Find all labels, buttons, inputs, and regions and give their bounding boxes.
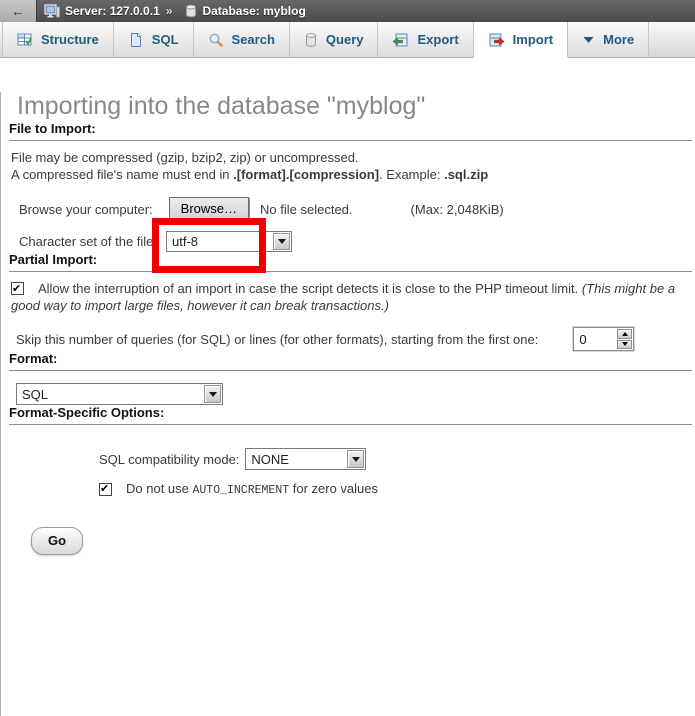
tab-label: More: [603, 32, 634, 47]
sql-compatibility-label: SQL compatibility mode:: [99, 452, 239, 467]
tab-import[interactable]: Import: [474, 22, 568, 58]
database-icon: [185, 4, 197, 18]
allow-interrupt-paragraph: Allow the interruption of an import in c…: [11, 280, 687, 314]
tab-label: Structure: [41, 32, 99, 47]
breadcrumb-server[interactable]: Server: 127.0.0.1: [65, 4, 160, 18]
charset-row: Character set of the file: utf-8: [1, 231, 695, 252]
tab-label: Search: [232, 32, 275, 47]
partial-import-heading: Partial Import:: [9, 252, 692, 272]
structure-icon: [17, 32, 33, 48]
tab-export[interactable]: Export: [378, 22, 473, 57]
auto-increment-pre: Do not use: [126, 481, 193, 496]
sql-icon: [128, 32, 144, 48]
back-arrow-icon: ←: [11, 3, 25, 19]
chevron-down-icon: [347, 450, 364, 468]
breadcrumb-database[interactable]: Database: myblog: [202, 4, 305, 18]
browse-row: Browse your computer: Browse… No file se…: [1, 196, 695, 222]
spinner: [616, 328, 633, 350]
export-icon: [392, 32, 409, 48]
format-heading: Format:: [9, 351, 692, 371]
auto-increment-checkbox[interactable]: [99, 483, 112, 496]
back-button[interactable]: ←: [0, 0, 37, 22]
browse-label: Browse your computer:: [19, 202, 153, 217]
tab-label: SQL: [152, 32, 179, 47]
charset-selected-value: utf-8: [172, 234, 198, 249]
skip-queries-row: Skip this number of queries (for SQL) or…: [1, 327, 695, 351]
tab-sql[interactable]: SQL: [114, 22, 194, 57]
auto-increment-code: AUTO_INCREMENT: [193, 484, 290, 497]
action-row: Go: [31, 527, 695, 555]
browse-button[interactable]: Browse…: [169, 197, 249, 221]
server-icon: [44, 4, 60, 19]
format-select[interactable]: SQL: [16, 383, 223, 405]
no-file-text: No file selected.: [260, 202, 353, 217]
spinner-down-icon[interactable]: [617, 340, 632, 350]
spinner-up-icon[interactable]: [617, 329, 632, 339]
allow-interrupt-checkbox[interactable]: [11, 282, 24, 295]
tab-query[interactable]: Query: [290, 22, 379, 57]
auto-increment-text: Do not use AUTO_INCREMENT for zero value…: [126, 481, 378, 497]
skip-queries-value: 0: [574, 332, 616, 347]
format-options-heading: Format-Specific Options:: [9, 405, 692, 425]
sql-compatibility-value: NONE: [251, 452, 289, 467]
allow-interrupt-text: Allow the interruption of an import in c…: [38, 281, 582, 296]
search-icon: [208, 32, 224, 48]
skip-queries-label: Skip this number of queries (for SQL) or…: [16, 332, 538, 347]
tab-label: Query: [326, 32, 364, 47]
tab-label: Import: [513, 32, 553, 47]
chevron-down-icon: [204, 385, 221, 403]
caret-down-icon: [582, 35, 595, 45]
example-token: .sql.zip: [444, 167, 488, 182]
auto-increment-row: Do not use AUTO_INCREMENT for zero value…: [1, 481, 695, 497]
go-button[interactable]: Go: [31, 527, 83, 555]
main-content: Importing into the database "myblog" Fil…: [0, 92, 695, 716]
page-title: Importing into the database "myblog": [17, 92, 695, 121]
tab-search[interactable]: Search: [194, 22, 290, 57]
format-compression-token: .[format].[compression]: [233, 167, 379, 182]
tab-structure[interactable]: Structure: [2, 22, 114, 57]
format-selected-value: SQL: [22, 387, 48, 402]
sql-compatibility-select[interactable]: NONE: [245, 448, 366, 470]
max-size-text: (Max: 2,048KiB): [411, 202, 504, 217]
compression-note: File may be compressed (gzip, bzip2, zip…: [11, 149, 687, 183]
chevron-down-icon: [273, 233, 290, 250]
skip-queries-input[interactable]: 0: [573, 327, 634, 351]
charset-select[interactable]: utf-8: [166, 231, 292, 252]
breadcrumb: ← Server: 127.0.0.1 » Database: myblog: [0, 0, 695, 22]
tab-more[interactable]: More: [568, 22, 649, 57]
compression-note-line2: A compressed file's name must end in: [11, 167, 233, 182]
import-icon: [488, 32, 505, 48]
tab-label: Export: [417, 32, 458, 47]
compression-note-line1: File may be compressed (gzip, bzip2, zip…: [11, 150, 359, 165]
charset-label: Character set of the file:: [19, 234, 157, 249]
file-to-import-heading: File to Import:: [9, 121, 692, 141]
breadcrumb-separator: »: [166, 4, 173, 18]
query-icon: [304, 32, 318, 48]
compression-note-mid: . Example:: [379, 167, 444, 182]
auto-increment-post: for zero values: [289, 481, 378, 496]
sql-compatibility-row: SQL compatibility mode: NONE: [1, 448, 695, 470]
phpmyadmin-import-page: ← Server: 127.0.0.1 » Database: myblog: [0, 0, 695, 716]
tab-bar: Structure SQL Search: [0, 22, 695, 58]
